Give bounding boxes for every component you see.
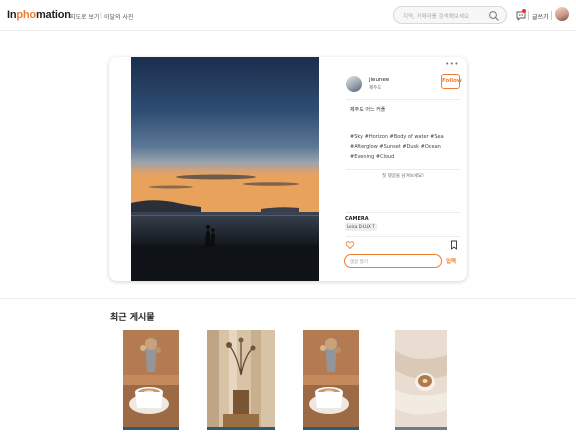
divider [346, 169, 460, 170]
user-avatar[interactable] [555, 7, 569, 21]
author-name[interactable]: jieunee [369, 77, 389, 83]
heart-icon[interactable] [345, 240, 355, 250]
latte-with-flowers-photo [303, 330, 359, 430]
logo-text-rest: mation [35, 9, 71, 21]
recent-post-thumbnail[interactable] [123, 330, 179, 430]
divider [346, 212, 460, 213]
camera-model-chip[interactable]: Leica D-LUX 7 [345, 223, 377, 231]
comment-input[interactable]: 댓글 달기 [344, 254, 442, 268]
thumbnail-footer [395, 427, 447, 430]
recent-posts-title: 최근 게시물 [110, 313, 155, 323]
recent-post-thumbnail[interactable] [303, 330, 359, 430]
follow-button[interactable]: Follow [441, 74, 462, 89]
comment-placeholder: 댓글 달기 [350, 260, 368, 265]
thumbnail-footer [207, 427, 275, 430]
section-divider [0, 298, 576, 299]
header-divider [528, 11, 529, 20]
search-bar[interactable]: 지역, 카메라를 검색해보세요 [393, 6, 507, 24]
nav-map-view[interactable]: 지도로 보기 [70, 12, 100, 21]
post-tags: #Sky #Horizon #Body of water #Sea #After… [350, 134, 444, 160]
top-nav-bar: Inphomation 지도로 보기 | 이달의 사진 지역, 카메라를 검색해… [0, 0, 576, 31]
search-placeholder: 지역, 카메라를 검색해보세요 [403, 14, 469, 20]
post-detail-panel: ••• jieunee 제주도 Follow 제주도 어느 커플 #Sky #H… [319, 57, 467, 281]
post-photo [131, 57, 319, 281]
header-divider [551, 11, 552, 20]
post-card: ••• jieunee 제주도 Follow 제주도 어느 커플 #Sky #H… [109, 57, 467, 281]
comment-submit-button[interactable]: 입력 [446, 257, 456, 265]
write-post-link[interactable]: 글쓰기 [532, 12, 549, 21]
nav-photo-of-month[interactable]: 이달의 사진 [104, 12, 134, 21]
post-caption: 제주도 어느 커플 [350, 107, 386, 113]
logo[interactable]: Inphomation [7, 9, 71, 21]
logo-text-accent: pho [16, 9, 36, 21]
coffee-on-linen-photo [395, 330, 447, 430]
dried-flowers-by-window-photo [207, 330, 275, 430]
camera-label: CAMERA [345, 216, 369, 222]
search-icon[interactable] [488, 10, 500, 22]
recent-post-thumbnail[interactable] [395, 330, 447, 430]
nav-separator: | [100, 12, 103, 19]
bookmark-icon[interactable] [449, 240, 459, 250]
divider [346, 99, 460, 100]
thumbnail-footer [123, 427, 179, 430]
thumbnail-footer [303, 427, 359, 430]
latte-with-flowers-photo [123, 330, 179, 430]
recent-post-thumbnail[interactable] [207, 330, 275, 430]
sunset-sea-photo [131, 57, 319, 281]
notification-dot [522, 9, 526, 13]
divider [346, 236, 460, 237]
more-options-icon[interactable]: ••• [445, 60, 459, 68]
author-location: 제주도 [369, 86, 382, 91]
author-avatar[interactable] [346, 76, 362, 92]
empty-comments-hint: 첫 댓글을 남겨보세요! [382, 174, 424, 179]
logo-text-dark: In [7, 9, 17, 21]
